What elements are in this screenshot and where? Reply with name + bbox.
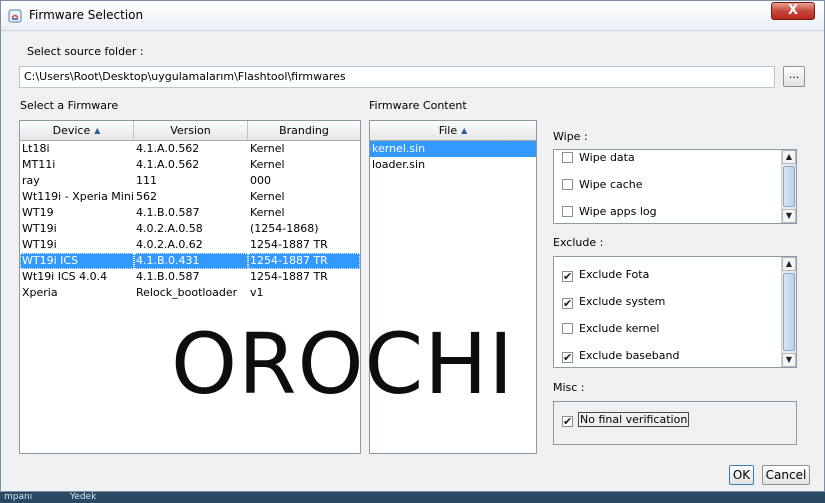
table-row[interactable]: WT19i ICS 4.1.B.0.431 1254-1887 TR: [20, 253, 360, 269]
wipe-data-checkbox[interactable]: Wipe data: [562, 150, 635, 166]
cell-device: Wt19i ICS 4.0.4: [22, 270, 108, 283]
check-icon[interactable]: ✔: [562, 416, 573, 427]
column-header-branding[interactable]: Branding: [248, 121, 360, 141]
cell-device: Lt18i: [22, 142, 50, 155]
file-item[interactable]: kernel.sin: [370, 141, 536, 157]
checkbox-box[interactable]: [562, 323, 573, 334]
cell-device: WT19i ICS: [20, 253, 134, 269]
taskbar: mpanı Yedek: [0, 492, 825, 503]
cell-device: Xperia: [22, 286, 58, 299]
table-header: Device ▲ Version Branding: [20, 121, 360, 141]
cell-device: Wt119i - Xperia Mini: [22, 190, 134, 203]
title-bar: Firmware Selection X: [1, 1, 824, 31]
exclude-options: ✔ Exclude Fota ✔ Exclude system Exclude ke…: [553, 256, 797, 368]
cell-branding: Kernel: [250, 206, 285, 219]
cell-device: WT19: [22, 206, 54, 219]
source-folder-label: Select source folder :: [27, 45, 144, 58]
window-title: Firmware Selection: [29, 8, 144, 22]
cell-version: 4.0.2.A.0.58: [136, 222, 203, 235]
scroll-thumb[interactable]: [783, 273, 795, 351]
column-header-file[interactable]: File ▲: [370, 121, 536, 141]
firmware-content-label: Firmware Content: [369, 99, 467, 112]
exclude-baseband-checkbox[interactable]: ✔ Exclude baseband: [562, 348, 680, 364]
table-body: Lt18i 4.1.A.0.562 Kernel MT11i 4.1.A.0.562 Ke…: [20, 141, 360, 301]
no-final-verification-checkbox[interactable]: ✔ No final verification: [562, 412, 690, 428]
close-icon: X: [787, 3, 799, 18]
java-app-icon: [8, 9, 22, 23]
close-button[interactable]: X: [771, 2, 815, 20]
wipe-scrollbar[interactable]: ▲ ▼: [781, 150, 796, 223]
scroll-up-icon[interactable]: ▲: [782, 150, 796, 164]
table-row[interactable]: MT11i 4.1.A.0.562 Kernel: [20, 157, 360, 173]
exclude-system-checkbox[interactable]: ✔ Exclude system: [562, 294, 665, 310]
cell-version: 111: [136, 174, 157, 187]
cell-branding: (1254-1868): [250, 222, 319, 235]
exclude-kernel-checkbox[interactable]: Exclude kernel: [562, 321, 659, 337]
taskbar-item[interactable]: Yedek: [70, 492, 96, 503]
scroll-down-icon[interactable]: ▼: [782, 209, 796, 223]
checkbox-box[interactable]: [562, 179, 573, 190]
table-row[interactable]: Wt19i ICS 4.0.4 4.1.B.0.587 1254-1887 TR: [20, 269, 360, 285]
ok-button[interactable]: OK: [729, 465, 754, 485]
cell-branding: 000: [250, 174, 271, 187]
cell-device: WT19i: [22, 238, 57, 251]
column-header-version[interactable]: Version: [134, 121, 248, 141]
cell-branding: Kernel: [250, 142, 285, 155]
cell-branding: 1254-1887 TR: [250, 270, 328, 283]
file-item[interactable]: loader.sin: [370, 157, 536, 173]
source-folder-field[interactable]: C:\Users\Root\Desktop\uygulamalarım\Flas…: [19, 66, 775, 88]
cell-version: Relock_bootloader: [136, 286, 238, 299]
taskbar-item[interactable]: mpanı: [4, 492, 32, 503]
check-icon[interactable]: ✔: [562, 352, 573, 363]
cell-version: 562: [136, 190, 157, 203]
cell-version: 4.1.B.0.587: [136, 270, 200, 283]
firmware-list-label: Select a Firmware: [20, 99, 119, 112]
exclude-fota-checkbox[interactable]: ✔ Exclude Fota: [562, 267, 649, 283]
scroll-up-icon[interactable]: ▲: [782, 257, 796, 271]
scroll-thumb[interactable]: [783, 166, 795, 207]
cell-version: 4.1.B.0.587: [136, 206, 200, 219]
check-icon[interactable]: ✔: [562, 298, 573, 309]
wipe-options: Wipe data Wipe cache Wipe apps log ▲ ▼: [553, 149, 797, 224]
checkbox-box[interactable]: [562, 152, 573, 163]
sort-ascending-icon: ▲: [94, 126, 101, 135]
firmware-selection-dialog: Firmware Selection X Select source folde…: [0, 0, 825, 492]
misc-label: Misc :: [553, 381, 585, 394]
cell-device: MT11i: [22, 158, 56, 171]
cell-device: WT19i: [22, 222, 57, 235]
browse-button[interactable]: ...: [783, 66, 805, 87]
cell-branding: Kernel: [250, 158, 285, 171]
cell-version: 4.1.A.0.562: [136, 142, 200, 155]
wipe-apps-log-checkbox[interactable]: Wipe apps log: [562, 204, 657, 220]
check-icon[interactable]: ✔: [562, 271, 573, 282]
table-row[interactable]: WT19i 4.0.2.A.0.62 1254-1887 TR: [20, 237, 360, 253]
table-row[interactable]: Wt119i - Xperia Mini 562 Kernel: [20, 189, 360, 205]
cell-version: 4.1.B.0.431: [134, 253, 248, 269]
firmware-table: Device ▲ Version Branding Lt18i 4.1.A.0.56…: [19, 120, 361, 454]
misc-options: ✔ No final verification: [553, 401, 797, 445]
cell-device: ray: [22, 174, 40, 187]
cell-version: 4.1.A.0.562: [136, 158, 200, 171]
table-row[interactable]: Xperia Relock_bootloader v1: [20, 285, 360, 301]
wipe-label: Wipe :: [553, 130, 588, 143]
column-header-device[interactable]: Device ▲: [20, 121, 134, 141]
table-row[interactable]: Lt18i 4.1.A.0.562 Kernel: [20, 141, 360, 157]
cancel-button[interactable]: Cancel: [762, 465, 810, 485]
exclude-label: Exclude :: [553, 236, 604, 249]
cell-branding: 1254-1887 TR: [250, 238, 328, 251]
cell-version: 4.0.2.A.0.62: [136, 238, 203, 251]
cell-branding: 1254-1887 TR: [248, 253, 360, 269]
table-row[interactable]: WT19i 4.0.2.A.0.58 (1254-1868): [20, 221, 360, 237]
cell-branding: v1: [250, 286, 264, 299]
exclude-scrollbar[interactable]: ▲ ▼: [781, 257, 796, 367]
table-row[interactable]: ray 111 000: [20, 173, 360, 189]
cell-branding: Kernel: [250, 190, 285, 203]
checkbox-box[interactable]: [562, 206, 573, 217]
wipe-cache-checkbox[interactable]: Wipe cache: [562, 177, 643, 193]
scroll-down-icon[interactable]: ▼: [782, 353, 796, 367]
firmware-content-list: File ▲ kernel.sin loader.sin: [369, 120, 537, 454]
table-row[interactable]: WT19 4.1.B.0.587 Kernel: [20, 205, 360, 221]
sort-ascending-icon: ▲: [461, 126, 468, 135]
